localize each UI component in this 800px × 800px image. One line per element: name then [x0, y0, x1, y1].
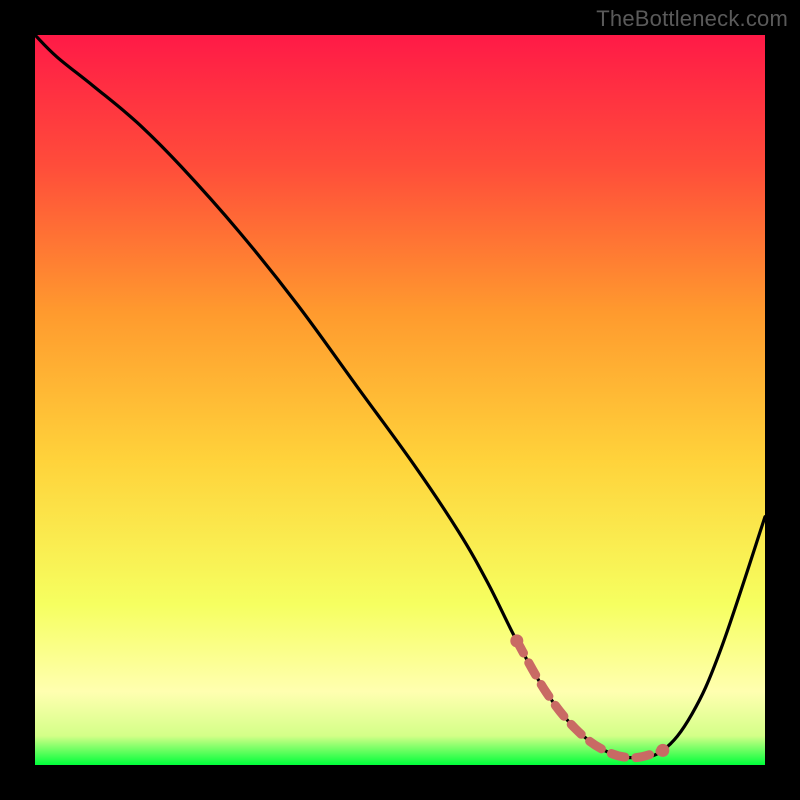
highlight-start-dot [510, 634, 523, 647]
highlight-end-dot [656, 744, 669, 757]
watermark-text: TheBottleneck.com [596, 6, 788, 32]
plot-area [35, 35, 765, 765]
chart-container: TheBottleneck.com [0, 0, 800, 800]
gradient-background [35, 35, 765, 765]
chart-svg [35, 35, 765, 765]
